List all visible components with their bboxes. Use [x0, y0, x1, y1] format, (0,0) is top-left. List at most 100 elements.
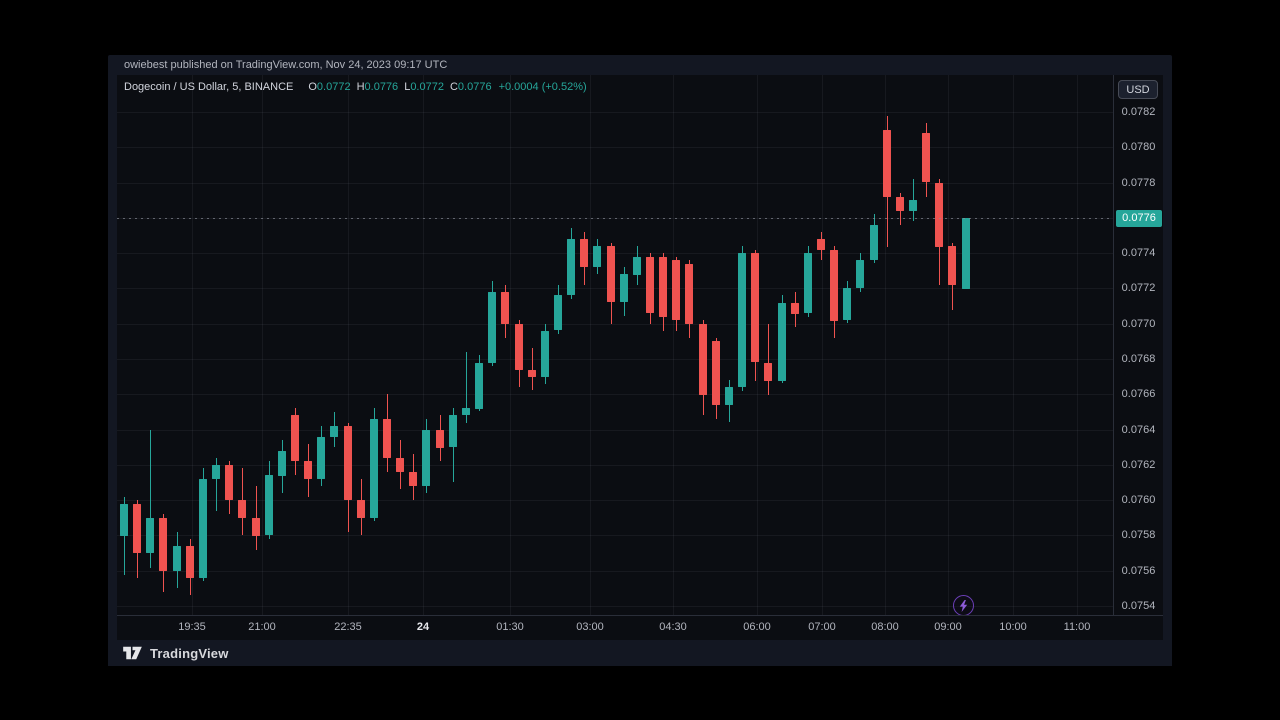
high-value: 0.0776 [365, 81, 399, 93]
candle-body [515, 324, 523, 370]
candle-body [764, 363, 772, 381]
candle-body [856, 260, 864, 288]
candle-body [528, 370, 536, 377]
price-axis[interactable]: USD 0.0776 0.07820.07800.07780.07760.077… [1113, 75, 1163, 615]
gridline-horizontal [117, 571, 1113, 572]
gridline-horizontal [117, 324, 1113, 325]
candle-body [501, 292, 509, 324]
price-tick-label: 0.0772 [1114, 282, 1163, 294]
gridline-horizontal [117, 394, 1113, 395]
gridline-vertical [822, 75, 823, 615]
candle-body [212, 465, 220, 479]
candle-body [304, 461, 312, 479]
candle-body [357, 500, 365, 518]
gridline-horizontal [117, 183, 1113, 184]
time-tick-label: 08:00 [871, 621, 899, 633]
time-tick-label: 22:35 [334, 621, 362, 633]
gridline-vertical [590, 75, 591, 615]
gridline-vertical [192, 75, 193, 615]
time-tick-label: 04:30 [659, 621, 687, 633]
candle-body [265, 475, 273, 535]
time-tick-label: 01:30 [496, 621, 524, 633]
chart-plot-area[interactable]: Dogecoin / US Dollar, 5, BINANCE O 0.0772 H… [117, 75, 1113, 615]
price-tick-label: 0.0762 [1114, 459, 1163, 471]
gridline-horizontal [117, 535, 1113, 536]
candle-body [909, 200, 917, 211]
candle-body [173, 546, 181, 571]
candle-body [725, 387, 733, 405]
candle-body [120, 504, 128, 536]
screenshot-canvas: owiebest published on TradingView.com, N… [0, 0, 1280, 720]
price-tick-label: 0.0754 [1114, 600, 1163, 612]
candle-body [422, 430, 430, 486]
price-tick-label: 0.0774 [1114, 247, 1163, 259]
time-tick-label: 24 [417, 621, 429, 633]
gridline-vertical [1077, 75, 1078, 615]
candle-body [659, 257, 667, 317]
candle-body [791, 303, 799, 314]
gridline-vertical [673, 75, 674, 615]
candle-body [409, 472, 417, 486]
candle-body [475, 363, 483, 409]
high-label: H [357, 81, 365, 93]
tradingview-logo-icon[interactable] [122, 646, 143, 660]
flash-alert-button[interactable] [953, 595, 974, 615]
candle-wick [768, 324, 769, 395]
time-axis[interactable]: 19:35 21:00 22:35 24 01:30 03:00 04:30 06:00 07:… [117, 615, 1163, 640]
candle-body [817, 239, 825, 250]
time-tick-label: 19:35 [178, 621, 206, 633]
gridline-vertical [423, 75, 424, 615]
candle-body [830, 250, 838, 321]
candle-body [344, 426, 352, 500]
candle-body [199, 479, 207, 578]
candle-body [252, 518, 260, 536]
price-tick-label: 0.0758 [1114, 529, 1163, 541]
symbol-title: Dogecoin / US Dollar, 5, BINANCE [124, 81, 293, 93]
time-tick-label: 09:00 [934, 621, 962, 633]
footer-bar: TradingView [108, 640, 1172, 666]
gridline-vertical [262, 75, 263, 615]
candle-body [383, 419, 391, 458]
time-tick-label: 06:00 [743, 621, 771, 633]
time-tick-label: 07:00 [808, 621, 836, 633]
candle-body [225, 465, 233, 500]
gridline-vertical [510, 75, 511, 615]
candle-body [278, 451, 286, 476]
time-tick-label: 03:00 [576, 621, 604, 633]
candle-body [370, 419, 378, 518]
tradingview-brand-text[interactable]: TradingView [150, 646, 229, 661]
symbol-legend[interactable]: Dogecoin / US Dollar, 5, BINANCE O 0.0772 H… [124, 81, 587, 95]
gridline-horizontal [117, 112, 1113, 113]
gridline-vertical [1013, 75, 1014, 615]
candle-body [672, 260, 680, 320]
candle-body [633, 257, 641, 275]
price-tick-label: 0.0768 [1114, 353, 1163, 365]
candle-body [935, 183, 943, 247]
candle-body [804, 253, 812, 313]
candle-body [738, 253, 746, 387]
candle-body [580, 239, 588, 267]
open-label: O [308, 81, 317, 93]
close-value: 0.0776 [458, 81, 492, 93]
candle-body [186, 546, 194, 578]
low-value: 0.0772 [410, 81, 444, 93]
candle-body [462, 408, 470, 415]
candle-body [751, 253, 759, 362]
candle-body [146, 518, 154, 553]
tradingview-chart-panel: owiebest published on TradingView.com, N… [108, 55, 1172, 666]
publisher-text: owiebest published on TradingView.com, N… [124, 59, 447, 71]
gridline-horizontal [117, 465, 1113, 466]
candle-body [646, 257, 654, 313]
candle-body [330, 426, 338, 437]
time-tick-label: 21:00 [248, 621, 276, 633]
candle-body [436, 430, 444, 448]
time-tick-label: 10:00 [999, 621, 1027, 633]
candle-body [712, 341, 720, 405]
candle-body [238, 500, 246, 518]
candle-body [778, 303, 786, 381]
currency-toggle-button[interactable]: USD [1118, 80, 1158, 99]
change-value: +0.0004 (+0.52%) [499, 81, 587, 93]
candle-wick [532, 348, 533, 390]
candle-body [488, 292, 496, 363]
price-tick-label: 0.0778 [1114, 177, 1163, 189]
